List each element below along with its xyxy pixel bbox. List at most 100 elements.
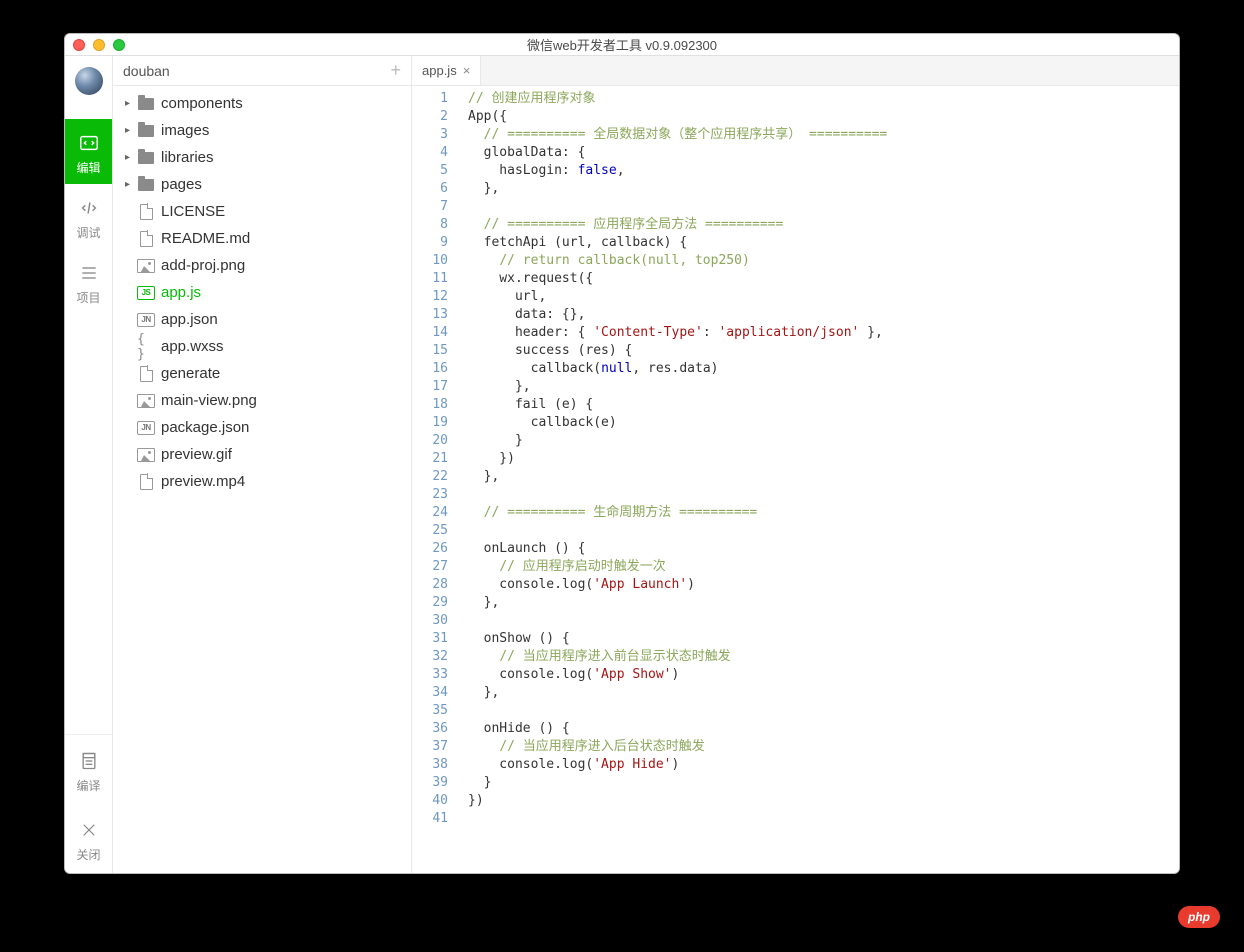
file-row[interactable]: generate: [113, 360, 411, 387]
tree-item-label: preview.mp4: [161, 473, 245, 490]
code-line: // 当应用程序进入后台状态时触发: [468, 738, 1179, 756]
nav-project[interactable]: 项目: [65, 249, 112, 314]
chevron-right-icon: ▸: [125, 125, 133, 136]
line-number: 6: [412, 180, 448, 198]
line-number: 29: [412, 594, 448, 612]
code-line: // 当应用程序进入前台显示状态时触发: [468, 648, 1179, 666]
folder-row[interactable]: ▸ libraries: [113, 144, 411, 171]
tree-item-label: generate: [161, 365, 220, 382]
file-tree: ▸components▸images▸libraries▸pagesLICENS…: [113, 86, 411, 499]
line-number: 35: [412, 702, 448, 720]
code-line: // ========== 生命周期方法 ==========: [468, 504, 1179, 522]
code-line: onShow () {: [468, 630, 1179, 648]
line-gutter: 1234567891011121314151617181920212223242…: [412, 86, 456, 873]
folder-row[interactable]: ▸components: [113, 90, 411, 117]
file-explorer: douban + ▸components▸images▸libraries▸pa…: [113, 56, 412, 873]
debug-icon: [77, 196, 101, 220]
line-number: 5: [412, 162, 448, 180]
code-line: callback(null, res.data): [468, 360, 1179, 378]
file-row[interactable]: preview.gif: [113, 441, 411, 468]
line-number: 41: [412, 810, 448, 828]
chevron-right-icon: ▸: [125, 98, 133, 109]
code-content[interactable]: // 创建应用程序对象App({ // ========== 全局数据对象（整个…: [456, 86, 1179, 873]
code-line: }: [468, 432, 1179, 450]
code-line: fetchApi (url, callback) {: [468, 234, 1179, 252]
code-line: url,: [468, 288, 1179, 306]
file-row[interactable]: JNpackage.json: [113, 414, 411, 441]
tree-item-label: pages: [161, 176, 202, 193]
code-line: onHide () {: [468, 720, 1179, 738]
project-icon: [77, 261, 101, 285]
file-row[interactable]: preview.mp4: [113, 468, 411, 495]
avatar[interactable]: [75, 67, 103, 95]
line-number: 19: [412, 414, 448, 432]
new-file-button[interactable]: +: [390, 60, 401, 81]
line-number: 10: [412, 252, 448, 270]
tab-app-js[interactable]: app.js ×: [412, 56, 481, 85]
line-number: 30: [412, 612, 448, 630]
file-row[interactable]: main-view.png: [113, 387, 411, 414]
code-area[interactable]: 1234567891011121314151617181920212223242…: [412, 86, 1179, 873]
line-number: 31: [412, 630, 448, 648]
code-line: App({: [468, 108, 1179, 126]
file-row[interactable]: { }app.wxss: [113, 333, 411, 360]
app-window: 微信web开发者工具 v0.9.092300 编辑 调试: [64, 33, 1180, 874]
folder-row[interactable]: ▸images: [113, 117, 411, 144]
nav-compile[interactable]: 编译: [65, 735, 112, 804]
file-row[interactable]: JSapp.js: [113, 279, 411, 306]
tree-item-label: main-view.png: [161, 392, 257, 409]
line-number: 24: [412, 504, 448, 522]
tree-item-label: libraries: [161, 149, 214, 166]
code-line: wx.request({: [468, 270, 1179, 288]
line-number: 8: [412, 216, 448, 234]
nav-close-label: 关闭: [76, 846, 100, 863]
explorer-header: douban +: [113, 56, 411, 86]
editor: app.js × 1234567891011121314151617181920…: [412, 56, 1179, 873]
nav-close[interactable]: 关闭: [65, 804, 112, 873]
line-number: 22: [412, 468, 448, 486]
file-row[interactable]: README.md: [113, 225, 411, 252]
window-title: 微信web开发者工具 v0.9.092300: [65, 35, 1179, 54]
nav-compile-label: 编译: [76, 777, 100, 794]
file-row[interactable]: add-proj.png: [113, 252, 411, 279]
code-line: console.log('App Hide'): [468, 756, 1179, 774]
line-number: 15: [412, 342, 448, 360]
nav-bottom: 编译 关闭: [65, 734, 112, 873]
window-zoom-button[interactable]: [113, 39, 125, 51]
line-number: 16: [412, 360, 448, 378]
line-number: 32: [412, 648, 448, 666]
line-number: 7: [412, 198, 448, 216]
line-number: 4: [412, 144, 448, 162]
code-line: // 创建应用程序对象: [468, 90, 1179, 108]
window-close-button[interactable]: [73, 39, 85, 51]
code-line: },: [468, 180, 1179, 198]
line-number: 23: [412, 486, 448, 504]
line-number: 33: [412, 666, 448, 684]
tab-close-icon[interactable]: ×: [463, 63, 471, 78]
code-icon: [77, 131, 101, 155]
code-line: console.log('App Launch'): [468, 576, 1179, 594]
nav-edit[interactable]: 编辑: [65, 119, 112, 184]
tree-item-label: app.json: [161, 311, 218, 328]
tab-label: app.js: [422, 63, 457, 78]
line-number: 13: [412, 306, 448, 324]
tree-item-label: app.wxss: [161, 338, 224, 355]
line-number: 9: [412, 234, 448, 252]
code-line: onLaunch () {: [468, 540, 1179, 558]
line-number: 25: [412, 522, 448, 540]
nav-project-label: 项目: [76, 289, 100, 306]
line-number: 36: [412, 720, 448, 738]
file-row[interactable]: JNapp.json: [113, 306, 411, 333]
chevron-right-icon: ▸: [125, 152, 133, 163]
nav-debug[interactable]: 调试: [65, 184, 112, 249]
file-row[interactable]: LICENSE: [113, 198, 411, 225]
window-minimize-button[interactable]: [93, 39, 105, 51]
titlebar[interactable]: 微信web开发者工具 v0.9.092300: [65, 34, 1179, 56]
nav-debug-label: 调试: [76, 224, 100, 241]
nav-sidebar: 编辑 调试 项目: [65, 56, 113, 873]
code-line: fail (e) {: [468, 396, 1179, 414]
tree-item-label: add-proj.png: [161, 257, 245, 274]
line-number: 26: [412, 540, 448, 558]
line-number: 34: [412, 684, 448, 702]
folder-row[interactable]: ▸pages: [113, 171, 411, 198]
